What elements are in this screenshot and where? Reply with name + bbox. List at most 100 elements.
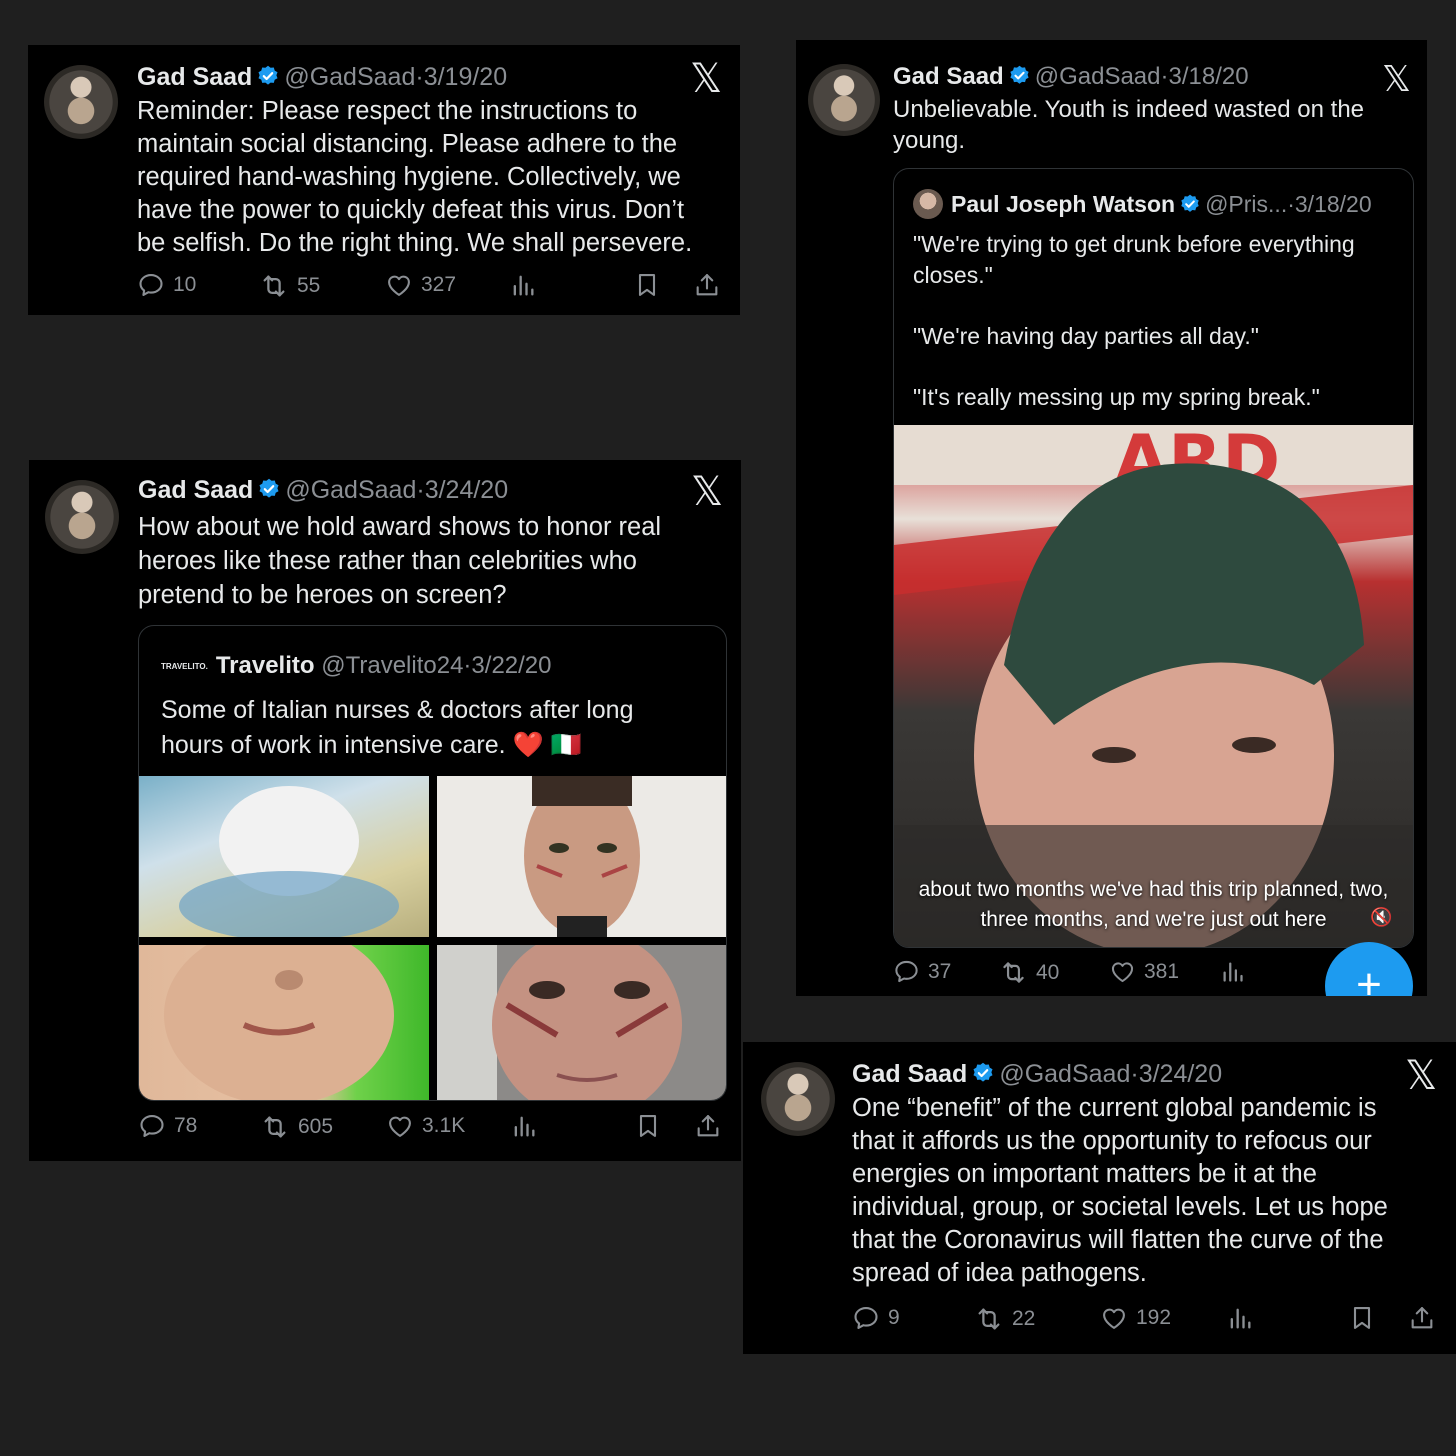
author-handle[interactable]: @GadSaad bbox=[284, 63, 415, 91]
like-button[interactable]: 381 bbox=[1109, 958, 1179, 985]
tweet-header: Gad Saad @GadSaad·3/19/20 bbox=[137, 62, 507, 92]
quoted-tweet[interactable]: Paul Joseph Watson @Pris...·3/18/20 "We'r… bbox=[893, 168, 1414, 948]
verified-badge-icon bbox=[1179, 193, 1201, 215]
reply-icon bbox=[893, 958, 920, 985]
reply-icon bbox=[852, 1304, 880, 1332]
video-player[interactable]: ARD about two months we've had this trip… bbox=[894, 425, 1413, 947]
reply-count: 37 bbox=[928, 959, 952, 983]
bookmark-icon bbox=[633, 271, 661, 299]
photo-doctor-woman-face-image bbox=[437, 945, 682, 1100]
like-count: 381 bbox=[1144, 959, 1180, 983]
verified-badge-icon bbox=[971, 1061, 995, 1085]
tweet-text: Reminder: Please respect the instruction… bbox=[137, 97, 693, 257]
quoted-author-handle[interactable]: @Travelito24 bbox=[321, 652, 463, 679]
quoted-tweet[interactable]: TRAVELITO. Travelito @Travelito24·3/22/20… bbox=[138, 625, 727, 1101]
views-button[interactable] bbox=[1219, 958, 1254, 985]
avatar[interactable] bbox=[45, 480, 119, 554]
reply-icon bbox=[137, 271, 165, 299]
reply-button[interactable]: 78 bbox=[138, 1112, 197, 1140]
heart-icon bbox=[1109, 958, 1136, 985]
video-frame-image: ARD bbox=[894, 425, 1413, 947]
mute-icon[interactable]: 🔇 bbox=[1370, 907, 1392, 928]
tweet-actions: 10 55 327 bbox=[137, 271, 727, 305]
reply-button[interactable]: 37 bbox=[893, 958, 951, 985]
retweet-icon bbox=[974, 1304, 1004, 1334]
reply-button[interactable]: 9 bbox=[852, 1304, 900, 1332]
retweet-button[interactable]: 22 bbox=[974, 1304, 1035, 1334]
tweet-actions: 9 22 192 bbox=[852, 1304, 1442, 1338]
separator: · bbox=[1160, 63, 1169, 90]
share-button[interactable] bbox=[694, 1112, 730, 1140]
bookmark-button[interactable] bbox=[1348, 1304, 1384, 1332]
photo-doctor-face[interactable] bbox=[437, 776, 726, 937]
compose-fab-button[interactable]: + bbox=[1325, 942, 1413, 996]
quoted-tweet-header: Paul Joseph Watson @Pris...·3/18/20 bbox=[951, 189, 1372, 219]
like-button[interactable]: 192 bbox=[1100, 1304, 1171, 1332]
quoted-date[interactable]: 3/22/20 bbox=[471, 652, 551, 679]
x-logo-icon: 𝕏 bbox=[1405, 1053, 1438, 1099]
tweet-date[interactable]: 3/19/20 bbox=[424, 63, 507, 91]
quoted-date[interactable]: 3/18/20 bbox=[1295, 191, 1372, 217]
views-icon bbox=[1219, 958, 1246, 985]
retweet-icon bbox=[999, 958, 1028, 987]
quoted-author-name[interactable]: Paul Joseph Watson bbox=[951, 191, 1175, 217]
tweet-header: Gad Saad @GadSaad·3/24/20 bbox=[138, 475, 508, 505]
author-name[interactable]: Gad Saad bbox=[852, 1060, 967, 1088]
tweet-date[interactable]: 3/18/20 bbox=[1169, 63, 1249, 90]
author-name[interactable]: Gad Saad bbox=[893, 63, 1004, 90]
author-name[interactable]: Gad Saad bbox=[138, 476, 253, 504]
photo-doctor-woman-face[interactable] bbox=[437, 945, 726, 1100]
like-button[interactable]: 3.1K bbox=[386, 1112, 465, 1140]
tweet-text: How about we hold award shows to honor r… bbox=[138, 513, 662, 609]
like-button[interactable]: 327 bbox=[385, 271, 456, 299]
retweet-button[interactable]: 605 bbox=[260, 1112, 333, 1142]
tweet-card-2[interactable]: Gad Saad @GadSaad·3/24/20 𝕏 How about we … bbox=[29, 460, 741, 1161]
tweet-date[interactable]: 3/24/20 bbox=[1139, 1060, 1222, 1088]
video-caption: about two months we've had this trip pla… bbox=[918, 878, 1389, 931]
retweet-button[interactable]: 40 bbox=[999, 958, 1059, 987]
views-button[interactable] bbox=[509, 271, 545, 299]
tweet-text: One “benefit” of the current global pand… bbox=[852, 1094, 1388, 1287]
share-button[interactable] bbox=[693, 271, 729, 299]
quoted-avatar[interactable] bbox=[913, 189, 943, 219]
travelito-logo: TRAVELITO. bbox=[161, 662, 208, 671]
verified-badge-icon bbox=[257, 477, 281, 501]
bookmark-button[interactable] bbox=[634, 1112, 670, 1140]
heart-icon bbox=[385, 271, 413, 299]
bookmark-icon bbox=[634, 1112, 662, 1140]
tweet-card-1[interactable]: Gad Saad @GadSaad·3/19/20 𝕏 Reminder: Ple… bbox=[28, 45, 740, 315]
photo-nurse-face-image bbox=[164, 945, 394, 1100]
author-handle[interactable]: @GadSaad bbox=[999, 1060, 1130, 1088]
tweet-text: Unbelievable. Youth is indeed wasted on … bbox=[893, 96, 1365, 154]
views-button[interactable] bbox=[1226, 1304, 1262, 1332]
avatar[interactable] bbox=[44, 65, 118, 139]
reply-count: 10 bbox=[173, 273, 197, 296]
avatar[interactable] bbox=[808, 64, 880, 136]
retweet-count: 605 bbox=[298, 1115, 334, 1138]
author-handle[interactable]: @GadSaad bbox=[1035, 63, 1161, 90]
like-count: 3.1K bbox=[422, 1114, 466, 1137]
like-count: 192 bbox=[1136, 1306, 1172, 1329]
avatar[interactable] bbox=[761, 1062, 835, 1136]
separator: · bbox=[415, 63, 424, 91]
views-button[interactable] bbox=[510, 1112, 546, 1140]
author-handle[interactable]: @GadSaad bbox=[285, 476, 416, 504]
tweet-card-4[interactable]: Gad Saad @GadSaad·3/24/20 𝕏 One “benefit”… bbox=[743, 1042, 1456, 1354]
photo-nurse-face[interactable] bbox=[139, 945, 429, 1100]
bookmark-icon bbox=[1348, 1304, 1376, 1332]
reply-button[interactable]: 10 bbox=[137, 271, 196, 299]
share-button[interactable] bbox=[1408, 1304, 1444, 1332]
author-name[interactable]: Gad Saad bbox=[137, 63, 252, 91]
heart-icon bbox=[386, 1112, 414, 1140]
bookmark-button[interactable] bbox=[633, 271, 669, 299]
tweet-date[interactable]: 3/24/20 bbox=[425, 476, 508, 504]
tweet-card-3[interactable]: Gad Saad @GadSaad·3/18/20 𝕏 Unbelievable.… bbox=[796, 40, 1427, 996]
quoted-author-name[interactable]: Travelito bbox=[216, 652, 315, 679]
retweet-button[interactable]: 55 bbox=[259, 271, 320, 301]
photo-doctor-face-image bbox=[524, 776, 640, 937]
quoted-author-handle[interactable]: @Pris... bbox=[1205, 191, 1287, 217]
photo-nurse-mask[interactable] bbox=[139, 776, 429, 937]
separator: · bbox=[1287, 191, 1295, 217]
share-icon bbox=[694, 1112, 722, 1140]
separator: · bbox=[416, 476, 425, 504]
